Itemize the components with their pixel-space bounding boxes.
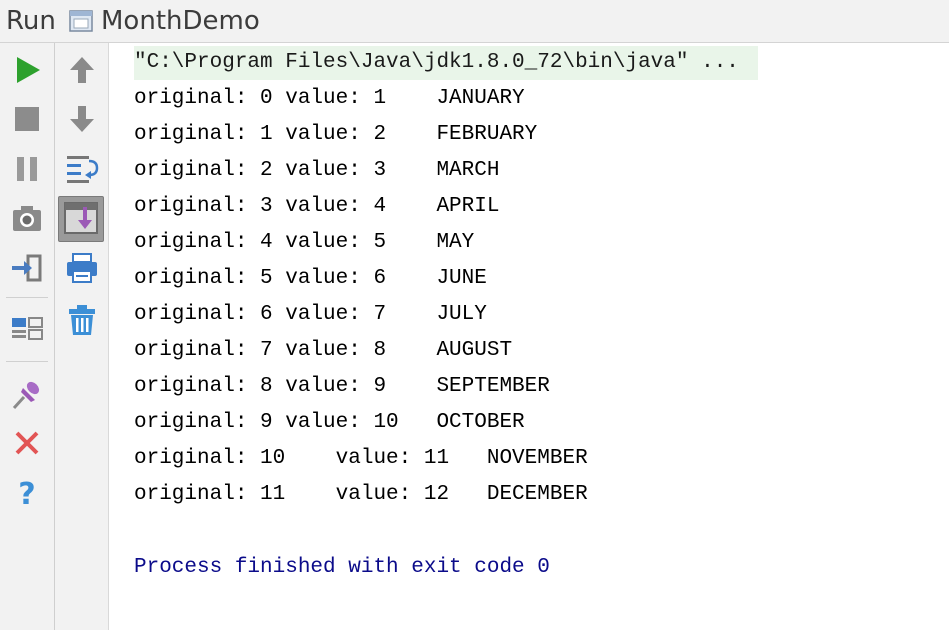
console-line: original: 4 value: 5 MAY — [134, 231, 475, 254]
down-stack-trace-button[interactable] — [64, 101, 100, 137]
print-button[interactable] — [64, 250, 100, 286]
application-window-icon — [68, 8, 94, 34]
run-button[interactable] — [9, 52, 45, 88]
console-line: original: 6 value: 7 JULY — [134, 303, 487, 326]
scroll-to-end-button[interactable] — [58, 196, 104, 242]
console-line: original: 11 value: 12 DECEMBER — [134, 483, 588, 506]
console-line: original: 2 value: 3 MARCH — [134, 159, 500, 182]
console-line: original: 9 value: 10 OCTOBER — [134, 411, 525, 434]
console-line: original: 1 value: 2 FEBRUARY — [134, 123, 538, 146]
right-toolbar — [55, 43, 109, 630]
stop-button[interactable] — [9, 101, 45, 137]
command-line: "C:\Program Files\Java\jdk1.8.0_72\bin\j… — [134, 51, 739, 74]
pin-tab-button[interactable] — [9, 376, 45, 412]
run-label: Run — [6, 6, 56, 36]
layout-button[interactable] — [9, 311, 45, 347]
console-output[interactable]: "C:\Program Files\Java\jdk1.8.0_72\bin\j… — [110, 43, 949, 630]
run-tool-window: Run MonthDemo ? "C:\Program Files\Java\j… — [0, 0, 949, 630]
console-line: original: 3 value: 4 APRIL — [134, 195, 500, 218]
svg-text:?: ? — [18, 477, 35, 510]
exit-message: Process finished with exit code 0 — [134, 556, 550, 579]
console-line: original: 0 value: 1 JANUARY — [134, 87, 525, 110]
clear-all-button[interactable] — [64, 302, 100, 338]
up-stack-trace-button[interactable] — [64, 52, 100, 88]
pause-button[interactable] — [9, 151, 45, 187]
toolbar-separator — [6, 361, 48, 362]
console-line: original: 10 value: 11 NOVEMBER — [134, 447, 588, 470]
toolbar-separator — [6, 297, 48, 298]
run-config-name[interactable]: MonthDemo — [101, 5, 260, 37]
close-button[interactable] — [9, 425, 45, 461]
dump-threads-button[interactable] — [9, 200, 45, 236]
help-button[interactable]: ? — [9, 474, 45, 510]
soft-wrap-button[interactable] — [64, 151, 100, 187]
console-line: original: 5 value: 6 JUNE — [134, 267, 487, 290]
left-toolbar: ? — [0, 43, 55, 630]
console-line: original: 8 value: 9 SEPTEMBER — [134, 375, 550, 398]
console-line: original: 7 value: 8 AUGUST — [134, 339, 513, 362]
run-header: Run MonthDemo — [0, 0, 949, 43]
restore-layout-button[interactable] — [9, 250, 45, 286]
